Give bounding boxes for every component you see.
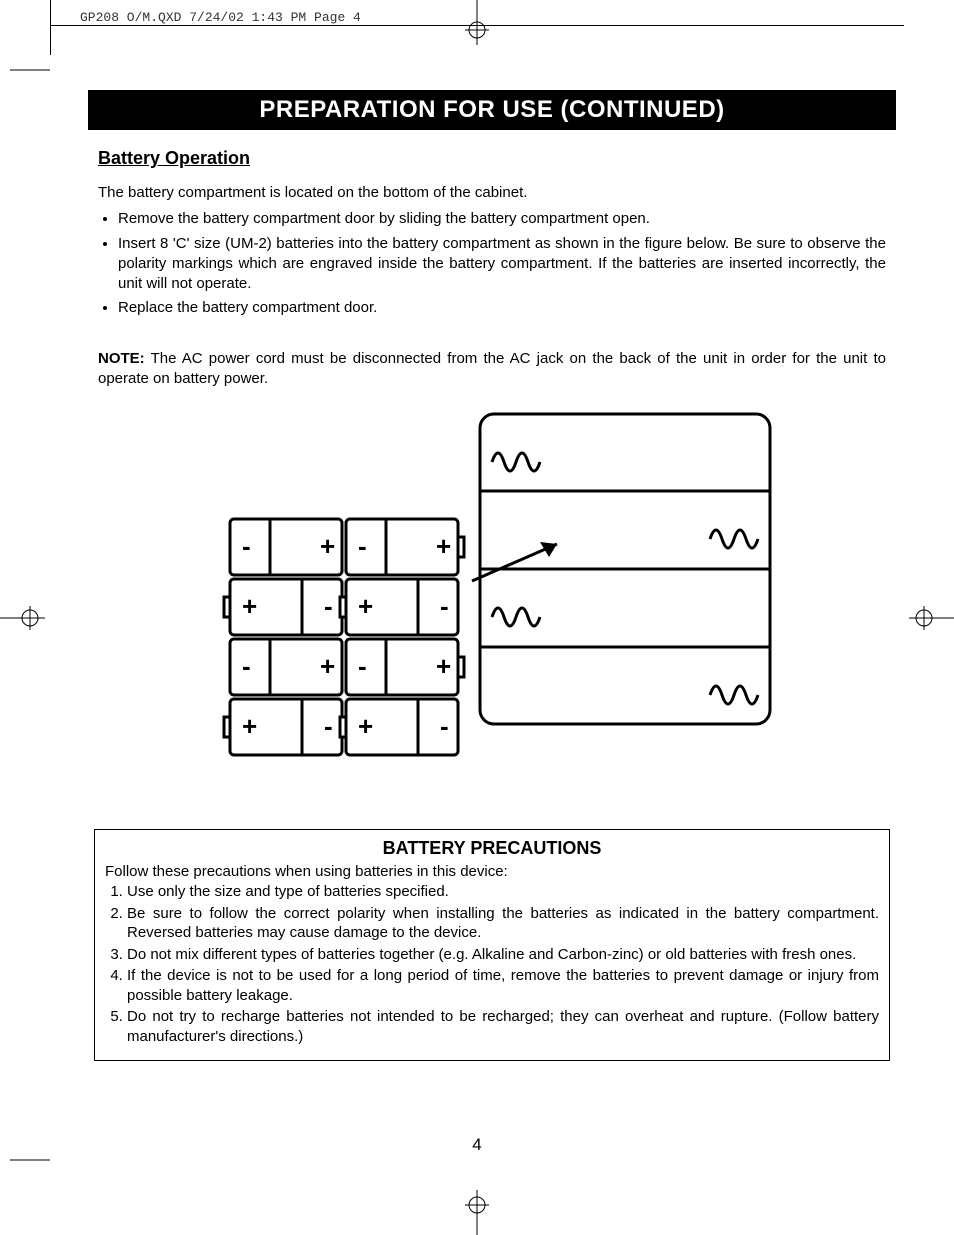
svg-text:-: - [440,591,449,621]
precautions-list: Use only the size and type of batteries … [105,882,879,1046]
svg-text:+: + [436,651,451,681]
battery-diagram: - + - + + - [212,409,772,789]
precautions-title: BATTERY PRECAUTIONS [105,838,879,859]
list-item: Be sure to follow the correct polarity w… [127,904,879,943]
note-text: NOTE: The AC power cord must be disconne… [98,349,886,390]
svg-text:+: + [320,531,335,561]
svg-text:-: - [358,531,367,561]
precautions-box: BATTERY PRECAUTIONS Follow these precaut… [94,829,890,1061]
registration-mark-bottom-icon [462,1190,492,1235]
list-item: Insert 8 'C' size (UM-2) batteries into … [118,234,886,295]
document-page: GP208 O/M.QXD 7/24/02 1:43 PM Page 4 PRE… [0,0,954,1235]
svg-text:-: - [324,711,333,741]
svg-text:+: + [358,711,373,741]
precautions-intro: Follow these precautions when using batt… [105,863,879,880]
crop-mark-top-left-icon [10,55,50,90]
list-item: If the device is not to be used for a lo… [127,966,879,1005]
list-item: Remove the battery compartment door by s… [118,209,886,229]
registration-mark-top-icon [462,0,492,45]
note-label: NOTE: [98,350,145,367]
svg-text:-: - [324,591,333,621]
content-area: PREPARATION FOR USE (CONTINUED) Battery … [88,90,896,1175]
list-item: Do not try to recharge batteries not int… [127,1007,879,1046]
registration-mark-left-icon [0,603,45,633]
svg-text:+: + [320,651,335,681]
svg-text:-: - [440,711,449,741]
svg-text:+: + [242,591,257,621]
crop-mark-bottom-left-icon [10,1145,50,1180]
svg-text:+: + [436,531,451,561]
header-rule-vertical [50,0,51,55]
instruction-list: Remove the battery compartment door by s… [98,209,886,318]
svg-text:+: + [358,591,373,621]
print-job-header: GP208 O/M.QXD 7/24/02 1:43 PM Page 4 [80,10,361,25]
svg-text:-: - [358,651,367,681]
svg-text:-: - [242,651,251,681]
svg-text:+: + [242,711,257,741]
list-item: Use only the size and type of batteries … [127,882,879,902]
registration-mark-right-icon [909,603,954,633]
intro-text: The battery compartment is located on th… [98,183,886,203]
page-number: 4 [472,1135,481,1155]
page-title-bar: PREPARATION FOR USE (CONTINUED) [88,90,896,130]
list-item: Do not mix different types of batteries … [127,945,879,965]
note-body: The AC power cord must be disconnected f… [98,350,886,387]
svg-text:-: - [242,531,251,561]
section-heading: Battery Operation [98,148,896,169]
list-item: Replace the battery compartment door. [118,298,886,318]
